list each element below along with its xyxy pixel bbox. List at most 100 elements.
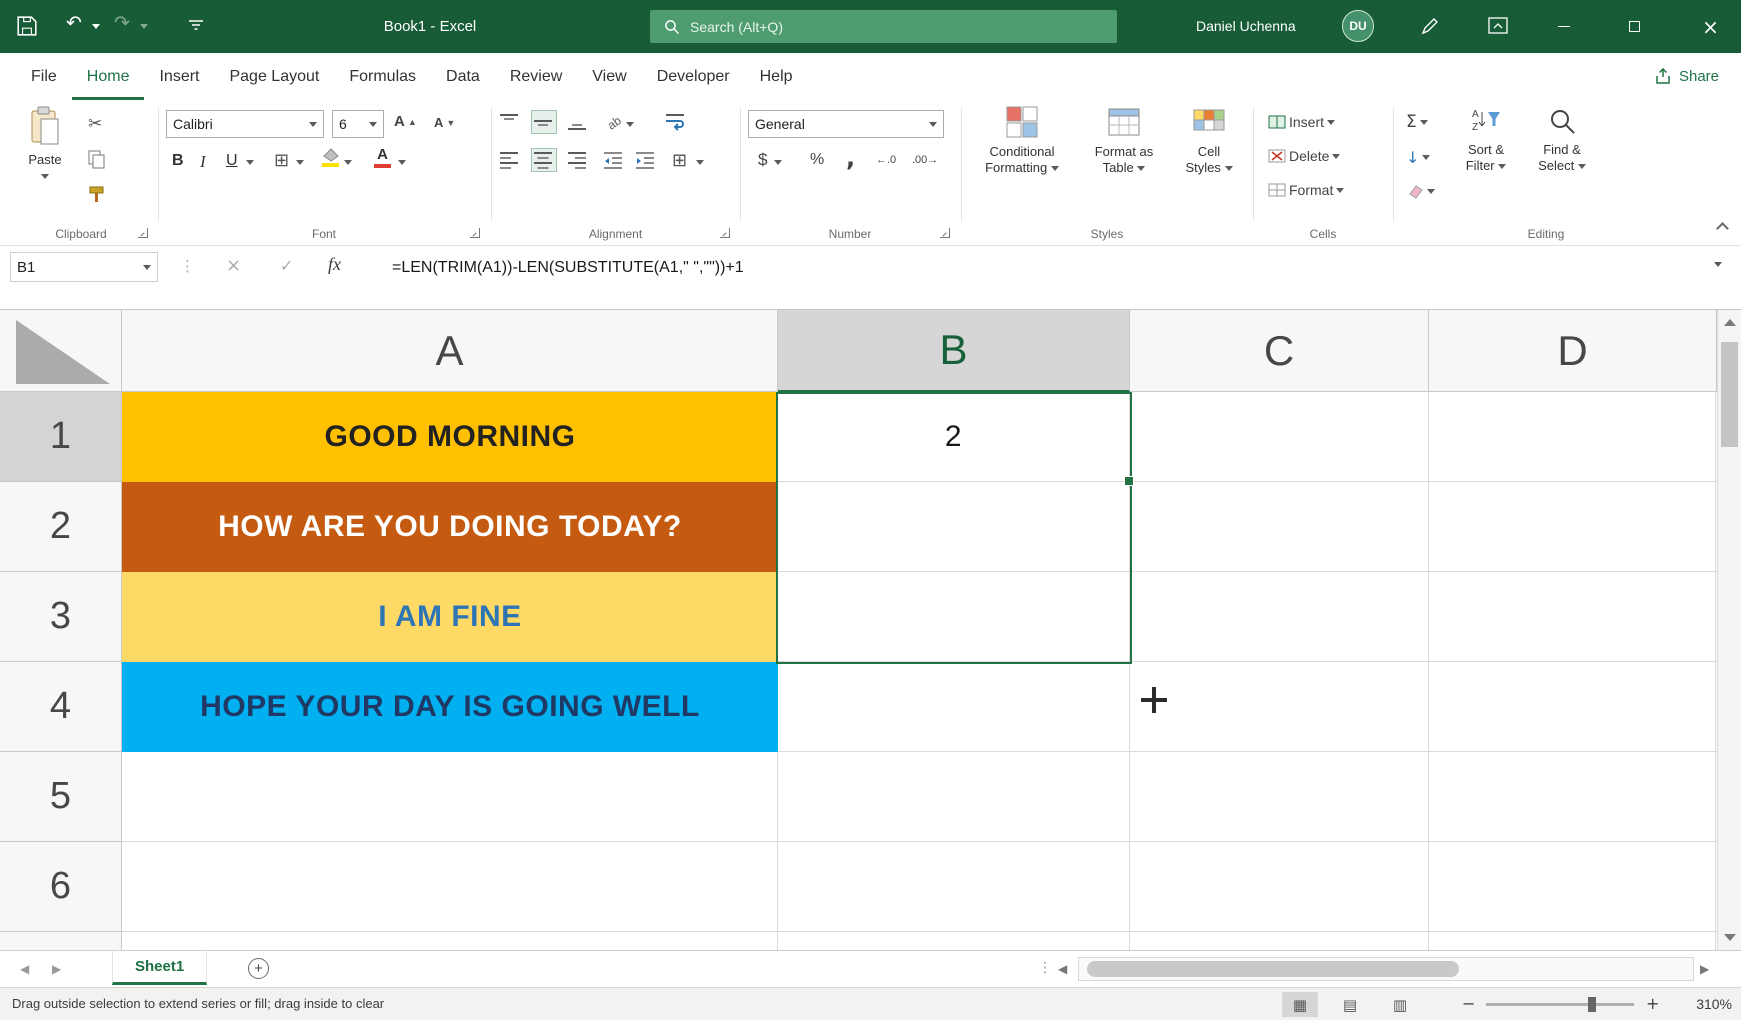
horizontal-scroll-thumb[interactable] [1087,961,1459,977]
delete-cells-button[interactable]: Delete [1268,148,1341,164]
zoom-slider-track[interactable] [1486,1003,1634,1006]
hscroll-right-icon[interactable]: ▶ [1700,962,1709,976]
orientation-icon[interactable]: ab [604,110,626,132]
collapse-ribbon-icon[interactable] [1716,222,1729,235]
zoom-in-button[interactable]: + [1646,994,1659,1013]
enter-icon[interactable]: ✓ [280,256,293,275]
horizontal-scrollbar[interactable] [1078,957,1694,981]
zoom-out-button[interactable]: − [1462,994,1475,1013]
insert-function-icon[interactable]: fx [328,254,341,275]
autosum-button[interactable]: Σ [1406,112,1428,132]
align-bottom-icon[interactable] [568,113,588,131]
fill-button[interactable]: ↓ [1406,148,1431,167]
column-header-a[interactable]: A [122,310,778,392]
quick-access-toolbar-menu-icon[interactable] [188,19,204,33]
sheet-tab-sheet1[interactable]: Sheet1 [112,951,208,985]
scroll-down-icon[interactable] [1724,934,1736,941]
scroll-up-icon[interactable] [1723,319,1736,326]
clipboard-dialog-launcher[interactable] [138,228,148,238]
comma-style-icon[interactable]: , [846,144,855,172]
formula-input[interactable]: =LEN(TRIM(A1))-LEN(SUBSTITUTE(A1," ","")… [392,259,744,277]
row-header-7-partial[interactable] [0,932,122,950]
zoom-level[interactable]: 310% [1676,996,1732,1012]
format-cells-button[interactable]: Format [1268,182,1345,198]
alignment-dialog-launcher[interactable] [720,228,730,238]
column-header-b[interactable]: B [778,310,1130,392]
increase-decimal-icon[interactable]: ←.0 [876,154,896,166]
number-dialog-launcher[interactable] [940,228,950,238]
align-right-icon[interactable] [568,151,588,169]
fill-color-icon[interactable] [322,148,340,167]
paste-button[interactable]: Paste [16,106,74,222]
vertical-scroll-thumb[interactable] [1721,342,1738,447]
expand-formula-bar-icon[interactable] [1714,262,1722,267]
cell-A1[interactable]: GOOD MORNING [122,392,778,482]
new-sheet-button[interactable]: + [248,958,269,979]
align-top-icon[interactable] [500,113,520,131]
cell-A3[interactable]: I AM FINE [122,572,778,662]
italic-button[interactable]: I [200,152,206,172]
user-name[interactable]: Daniel Uchenna [1196,18,1296,34]
tab-splitter-dots-icon[interactable]: ⋮ [1038,960,1052,976]
tab-view[interactable]: View [577,53,641,100]
increase-font-size-button[interactable]: A ▲ [394,113,417,130]
close-button[interactable]: × [1680,0,1741,53]
share-button[interactable]: Share [1654,53,1719,100]
cell-A2[interactable]: HOW ARE YOU DOING TODAY? [122,482,778,572]
middle-align-icon[interactable] [531,110,557,134]
font-size-combo[interactable]: 6 [332,110,384,138]
percent-style-icon[interactable]: % [810,151,824,169]
minimize-button[interactable] [1540,0,1588,53]
increase-indent-icon[interactable] [636,151,656,169]
zoom-slider-thumb[interactable] [1588,997,1596,1012]
hscroll-left-icon[interactable]: ◀ [1058,962,1067,976]
fill-handle[interactable] [1124,476,1134,486]
tab-insert[interactable]: Insert [144,53,214,100]
next-sheet-icon[interactable]: ▶ [52,962,61,976]
row-header-3[interactable]: 3 [0,572,122,662]
font-dialog-launcher[interactable] [470,228,480,238]
merge-center-icon[interactable]: ⊞ [672,150,687,171]
cancel-icon[interactable]: × [226,255,241,276]
tab-data[interactable]: Data [431,53,495,100]
maximize-button[interactable] [1610,0,1658,53]
ribbon-display-options-icon[interactable] [1488,17,1508,35]
bold-button[interactable]: B [172,152,184,170]
column-header-c[interactable]: C [1130,310,1429,392]
drag-dots-icon[interactable]: ⋮ [180,257,195,275]
tab-home[interactable]: Home [72,53,145,100]
chevron-down-icon[interactable] [92,24,100,29]
insert-cells-button[interactable]: Insert [1268,114,1336,130]
vertical-scrollbar[interactable] [1717,310,1741,950]
search-box[interactable]: Search (Alt+Q) [650,10,1117,43]
center-align-icon[interactable] [531,148,557,172]
undo-button[interactable]: ↶ [66,14,82,33]
copy-icon[interactable] [88,150,105,169]
conditional-formatting-button[interactable]: Conditional Formatting [972,106,1072,222]
avatar[interactable]: DU [1342,10,1374,42]
sort-filter-button[interactable]: AZ Sort & Filter [1452,106,1520,222]
previous-sheet-icon[interactable]: ◀ [20,962,29,976]
row-header-2[interactable]: 2 [0,482,122,572]
font-family-combo[interactable]: Calibri [166,110,324,138]
view-page-layout-button[interactable]: ▤ [1332,992,1368,1017]
cell-A4[interactable]: HOPE YOUR DAY IS GOING WELL [122,662,778,752]
format-painter-icon[interactable] [88,186,106,203]
row-header-1[interactable]: 1 [0,392,122,482]
wrap-text-icon[interactable] [666,113,686,131]
tab-page-layout[interactable]: Page Layout [214,53,334,100]
chevron-down-icon[interactable] [344,160,352,165]
align-left-icon[interactable] [500,151,520,169]
cells-area[interactable]: GOOD MORNING HOW ARE YOU DOING TODAY? I … [122,392,1717,950]
redo-button[interactable]: ↷ [114,14,130,33]
chevron-down-icon[interactable] [696,160,704,165]
chevron-down-icon[interactable] [774,160,782,165]
column-header-d[interactable]: D [1429,310,1717,392]
row-header-5[interactable]: 5 [0,752,122,842]
tab-review[interactable]: Review [495,53,577,100]
ink-pen-icon[interactable] [1420,16,1440,36]
find-select-button[interactable]: Find & Select [1528,106,1596,222]
cell-B1-active[interactable]: 2 [778,392,1129,481]
chevron-down-icon[interactable] [296,160,304,165]
tab-developer[interactable]: Developer [642,53,745,100]
